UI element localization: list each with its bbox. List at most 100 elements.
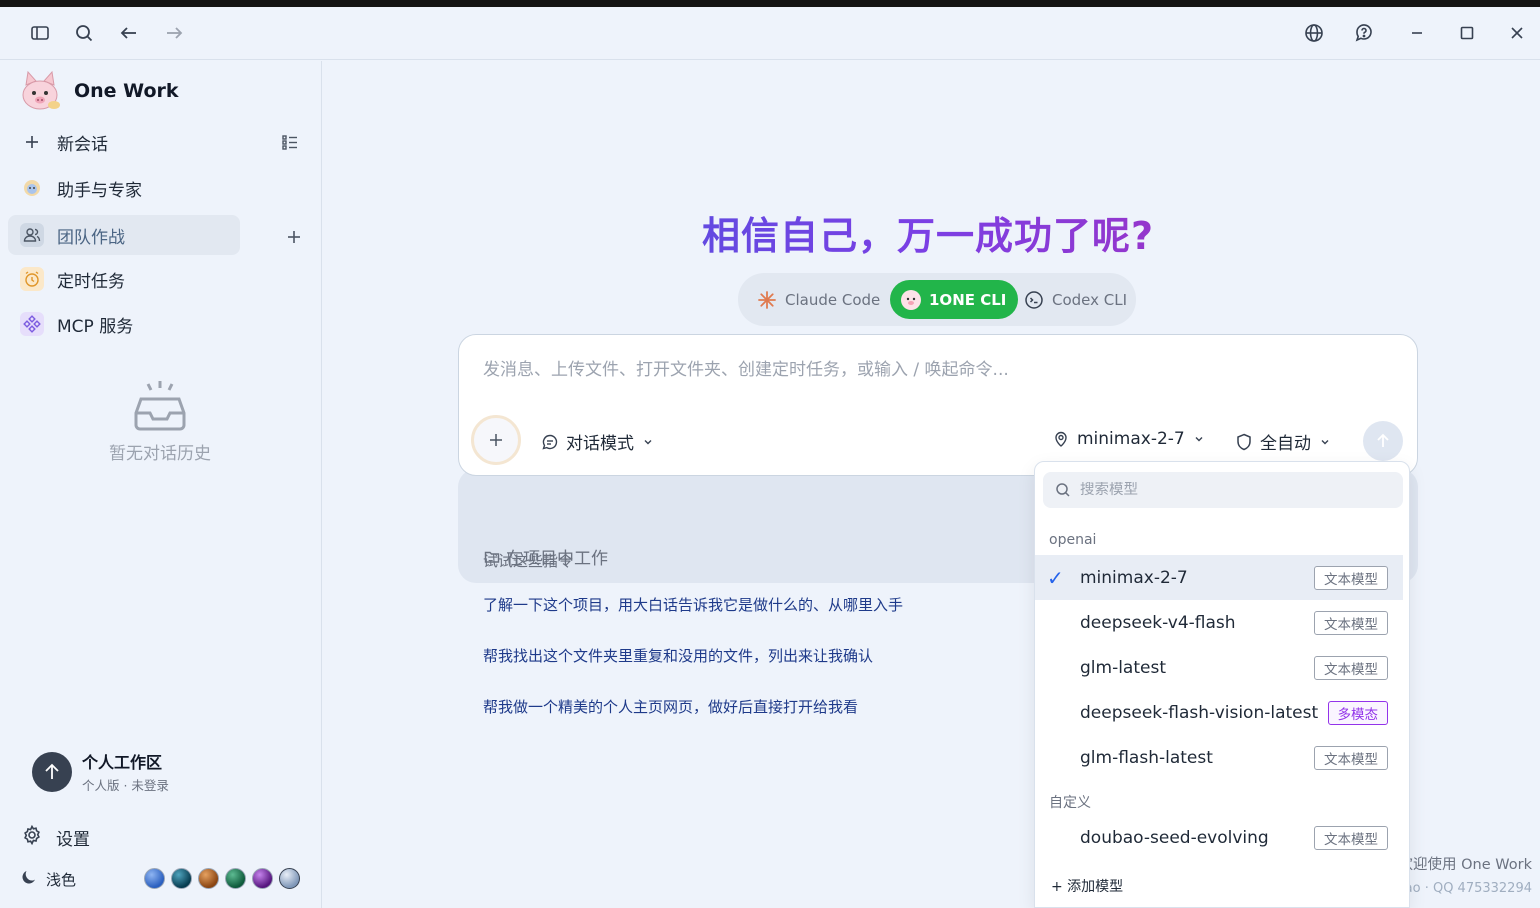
sidebar-item-new-chat[interactable]: 新会话 — [8, 122, 314, 162]
arrow-up-icon — [1377, 433, 1389, 447]
sidebar-item-label: 助手与专家 — [57, 180, 142, 201]
sidebar-item-label: 新会话 — [57, 134, 108, 155]
assistant-icon — [20, 176, 44, 200]
empty-history-text: 暂无对话历史 — [109, 444, 211, 464]
title-bar — [0, 7, 1540, 60]
add-team-button[interactable] — [282, 225, 306, 249]
minimize-icon[interactable] — [1403, 19, 1431, 47]
theme-swatch-orange[interactable] — [198, 868, 219, 889]
workspace-subtitle: 个人版 · 未登录 — [82, 778, 169, 793]
plus-icon — [490, 434, 502, 446]
add-model-button[interactable]: + 添加模型 — [1051, 876, 1123, 896]
chevron-down-icon — [1319, 436, 1331, 448]
agent-tabs: Claude Code 1ONE CLI Codex CLI — [738, 273, 1136, 326]
agent-tab-label: 1ONE CLI — [929, 290, 1007, 309]
suggestion-item[interactable]: 帮我找出这个文件夹里重复和没用的文件，列出来让我确认 — [483, 645, 873, 666]
message-composer: 发消息、上传文件、打开文件夹、创建定时任务，或输入 / 唤起命令... 对话模式… — [458, 334, 1418, 476]
theme-swatch-teal[interactable] — [171, 868, 192, 889]
moon-icon[interactable] — [20, 868, 38, 890]
model-label: minimax-2-7 — [1077, 429, 1185, 449]
theme-swatch-blue[interactable] — [144, 868, 165, 889]
sidebar-item-label: 定时任务 — [57, 271, 125, 292]
model-option-name: minimax-2-7 — [1080, 567, 1188, 588]
theme-swatches — [144, 868, 300, 889]
search-icon[interactable] — [70, 19, 98, 47]
tab-codex-cli[interactable]: Codex CLI — [1023, 280, 1127, 319]
theme-swatch-green[interactable] — [225, 868, 246, 889]
headline: 相信自己，万一成功了呢? — [323, 205, 1533, 260]
auto-label: 全自动 — [1260, 434, 1311, 454]
chevron-down-icon — [642, 436, 654, 448]
globe-icon[interactable] — [1300, 19, 1328, 47]
window-top-strip — [0, 0, 1540, 7]
model-type-badge: 文本模型 — [1314, 655, 1388, 680]
forward-arrow-icon[interactable] — [160, 19, 188, 47]
suggestion-item[interactable]: 了解一下这个项目，用大白话告诉我它是做什么的、从哪里入手 — [483, 594, 903, 615]
maximize-icon[interactable] — [1453, 19, 1481, 47]
help-icon[interactable] — [1350, 19, 1378, 47]
sidebar-item-team[interactable]: 团队作战 — [8, 215, 240, 255]
list-icon[interactable] — [278, 130, 302, 154]
tab-1one-cli[interactable]: 1ONE CLI — [890, 280, 1019, 319]
model-option[interactable]: deepseek-flash-vision-latest 多模态 — [1035, 690, 1403, 735]
alarm-icon — [20, 267, 44, 291]
workspace-switcher[interactable]: 个人工作区 个人版 · 未登录 — [32, 749, 169, 794]
tab-claude-code[interactable]: Claude Code — [756, 280, 880, 319]
suggestion-item[interactable]: 帮我做一个精美的个人主页网页，做好后直接打开给我看 — [483, 696, 858, 717]
model-option[interactable]: doubao-seed-evolving 文本模型 — [1035, 815, 1403, 860]
sidebar-item-assistants[interactable]: 助手与专家 — [8, 168, 314, 208]
model-option[interactable]: glm-latest 文本模型 — [1035, 645, 1403, 690]
settings-button[interactable]: 设置 — [22, 824, 90, 850]
inbox-icon — [134, 381, 186, 431]
model-option[interactable]: ✓ minimax-2-7 文本模型 — [1035, 555, 1403, 600]
model-type-badge: 文本模型 — [1314, 565, 1388, 590]
theme-label[interactable]: 浅色 — [46, 869, 76, 890]
theme-swatch-purple[interactable] — [252, 868, 273, 889]
model-group-label: openai — [1049, 532, 1097, 548]
close-icon[interactable] — [1503, 19, 1531, 47]
sidebar-toggle-icon[interactable] — [26, 19, 54, 47]
model-option-name: glm-latest — [1080, 657, 1166, 678]
model-type-badge: 文本模型 — [1314, 825, 1388, 850]
model-group-label: 自定义 — [1049, 795, 1091, 811]
model-search — [1043, 472, 1403, 508]
brand-logo-icon — [22, 70, 60, 110]
model-option-name: deepseek-v4-flash — [1080, 612, 1236, 633]
shield-icon — [1235, 433, 1253, 451]
sidebar-item-mcp[interactable]: MCP 服务 — [8, 304, 314, 344]
theme-row: 浅色 — [20, 867, 310, 891]
mode-selector[interactable]: 对话模式 — [541, 429, 654, 454]
sidebar-item-label: MCP 服务 — [57, 316, 134, 337]
codex-icon — [1023, 289, 1045, 311]
brand: One Work — [18, 69, 179, 113]
model-type-badge: 多模态 — [1327, 700, 1388, 725]
auto-mode-selector[interactable]: 全自动 — [1235, 429, 1331, 454]
model-selector[interactable]: minimax-2-7 — [1052, 429, 1205, 449]
empty-history: 暂无对话历史 — [0, 379, 320, 464]
model-type-badge: 文本模型 — [1314, 745, 1388, 770]
sidebar-item-label: 团队作战 — [57, 227, 125, 248]
gear-icon — [22, 824, 42, 850]
mode-label: 对话模式 — [566, 434, 634, 454]
model-option-name: glm-flash-latest — [1080, 747, 1213, 768]
message-input[interactable]: 发消息、上传文件、打开文件夹、创建定时任务，或输入 / 唤起命令... — [483, 355, 1009, 380]
back-arrow-icon[interactable] — [115, 19, 143, 47]
chat-bubble-icon — [541, 433, 559, 451]
settings-label: 设置 — [56, 830, 90, 850]
search-icon — [1055, 482, 1071, 498]
agent-tab-label: Claude Code — [785, 290, 881, 309]
mcp-icon — [20, 312, 44, 336]
model-option[interactable]: glm-flash-latest 文本模型 — [1035, 735, 1403, 780]
send-button[interactable] — [1363, 421, 1403, 461]
workspace-title: 个人工作区 — [82, 753, 163, 772]
chevron-down-icon — [1193, 433, 1205, 445]
claude-sparkle-icon — [756, 289, 778, 311]
model-icon — [1052, 430, 1070, 448]
model-search-input[interactable] — [1080, 482, 1380, 498]
team-icon — [20, 223, 44, 247]
attach-button[interactable] — [471, 415, 521, 465]
sidebar-item-scheduled-tasks[interactable]: 定时任务 — [8, 259, 314, 299]
model-option[interactable]: deepseek-v4-flash 文本模型 — [1035, 600, 1403, 645]
theme-swatch-light[interactable] — [279, 868, 300, 889]
welcome-text: 欢迎使用 One Work — [1398, 857, 1532, 873]
